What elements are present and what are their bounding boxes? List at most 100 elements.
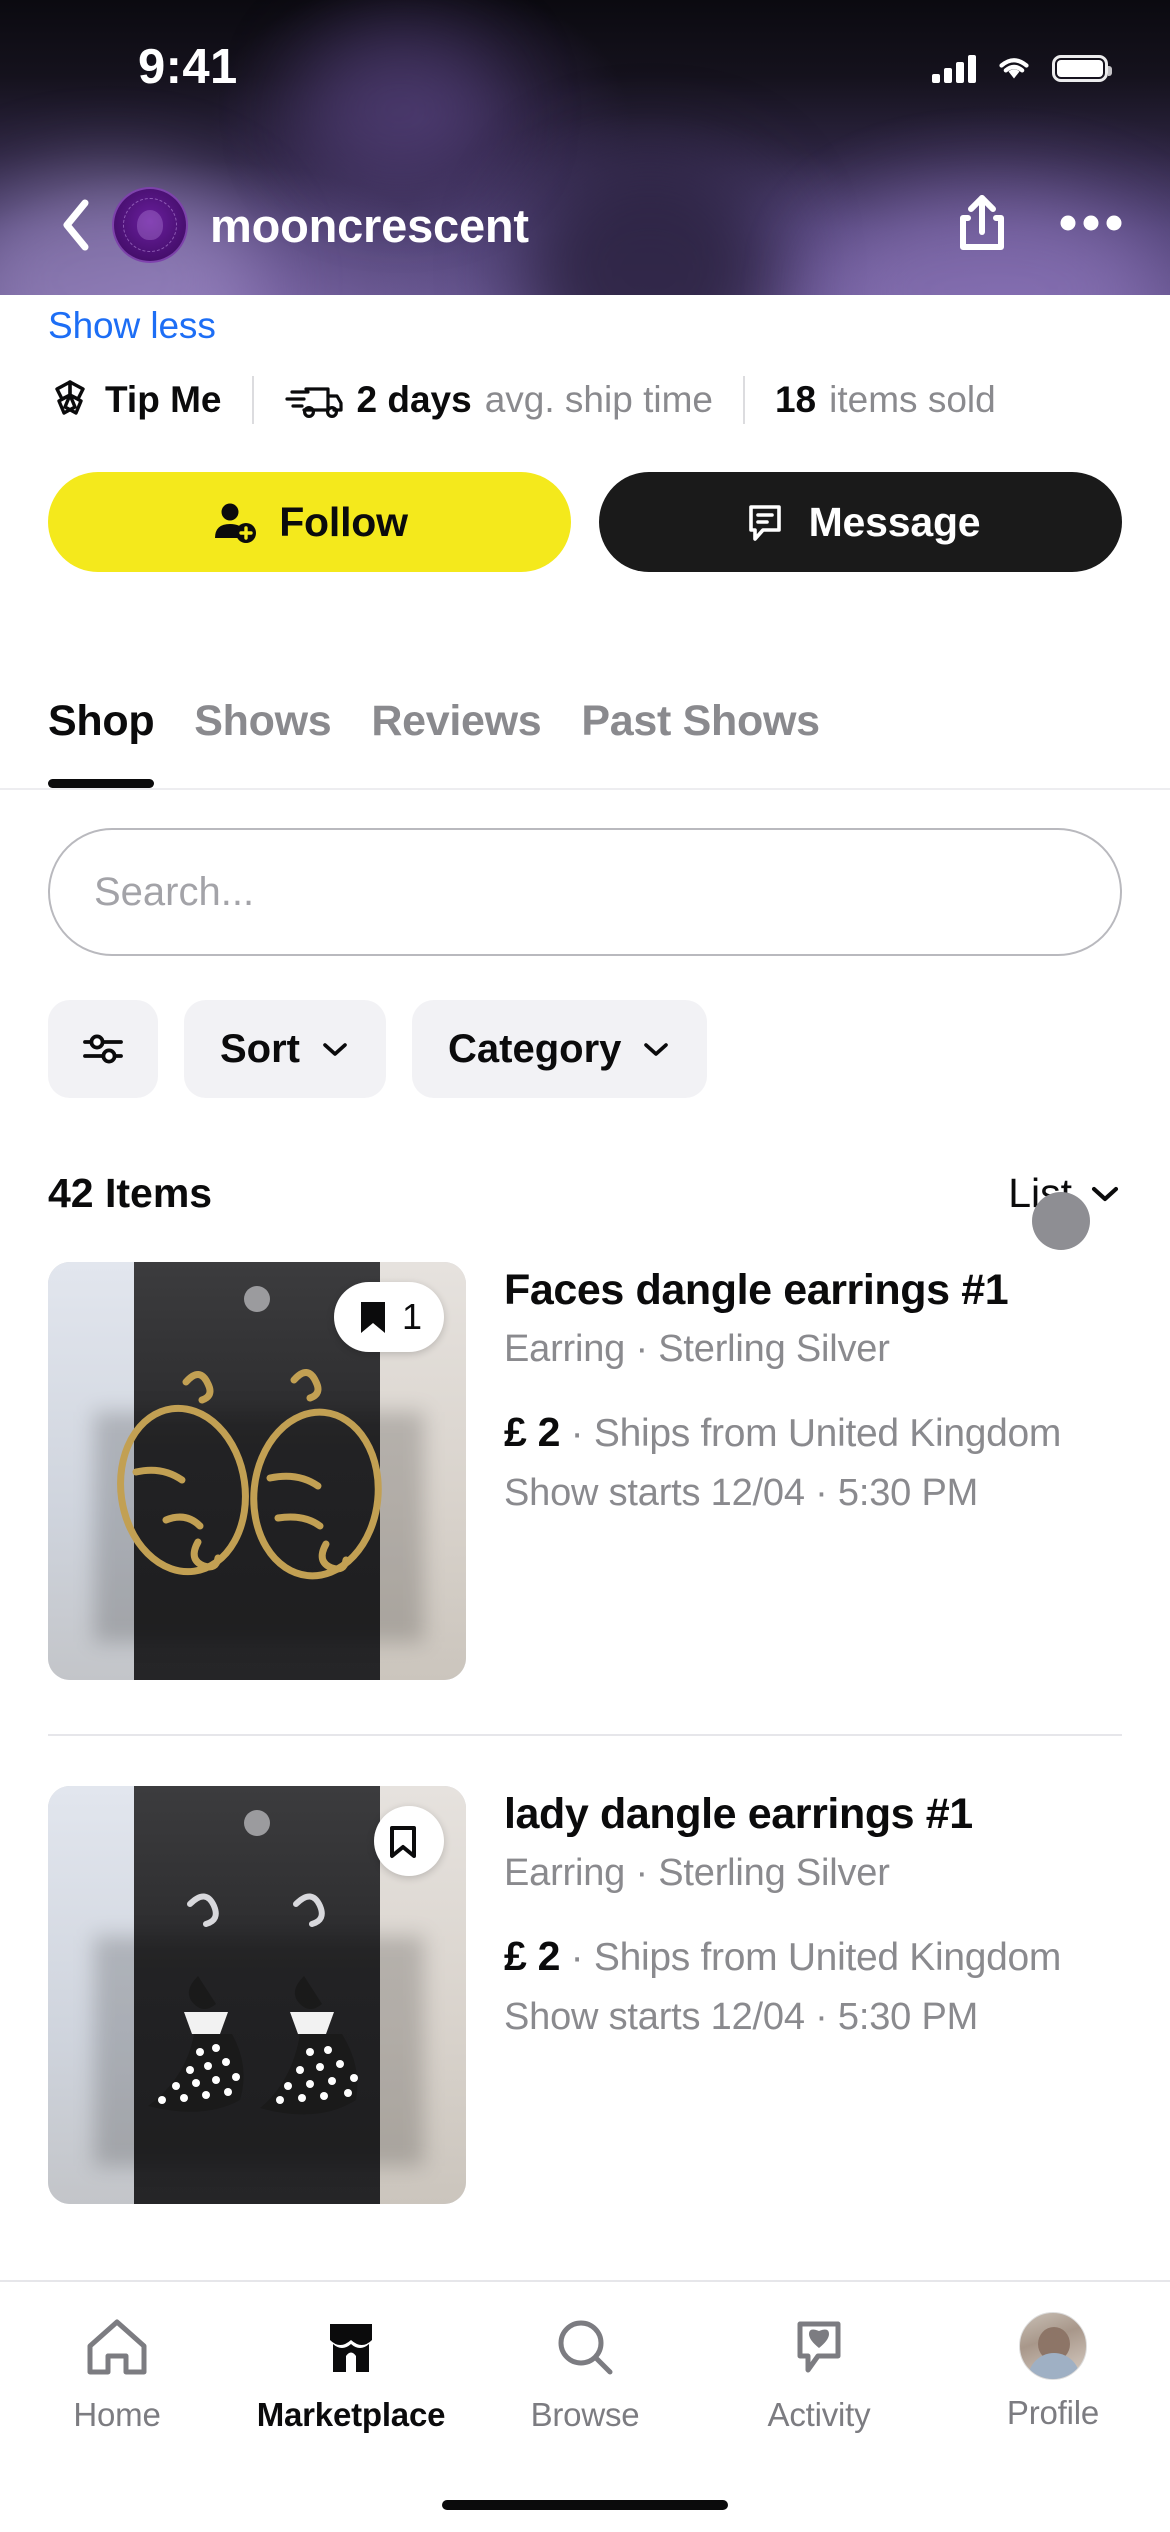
shop-action-buttons: Follow Message	[48, 472, 1122, 572]
person-add-icon	[215, 503, 257, 543]
message-label: Message	[808, 498, 981, 545]
list-item[interactable]: lady dangle earrings #1 Earring · Sterli…	[0, 1786, 1170, 2204]
nav-item-activity[interactable]: Activity	[702, 2312, 936, 2434]
product-shipping: Ships from United Kingdom	[593, 1936, 1062, 1980]
price-separator: ·	[570, 1412, 584, 1456]
tab-past-shows[interactable]: Past Shows	[581, 697, 820, 752]
marketplace-storefront-icon	[330, 2324, 372, 2372]
bookmark-outline-icon	[390, 1826, 416, 1858]
product-price: £ 2	[504, 1933, 561, 1980]
share-button[interactable]	[954, 192, 1010, 259]
tab-shop[interactable]: Shop	[48, 697, 155, 788]
product-price-row: £ 2 · Ships from United Kingdom	[504, 1933, 1122, 1980]
product-price-row: £ 2 · Ships from United Kingdom	[504, 1409, 1122, 1456]
chevron-down-icon	[1091, 1186, 1119, 1202]
signal-bars-icon	[932, 53, 976, 83]
shipping-truck-icon	[284, 387, 343, 419]
shop-tabs: Shop Shows Reviews Past Shows	[0, 660, 1170, 790]
sort-dropdown[interactable]: Sort	[184, 1000, 386, 1098]
ship-time-value: 2 days	[356, 379, 472, 420]
product-title: lady dangle earrings #1	[504, 1790, 973, 1838]
product-image[interactable]: 1	[48, 1262, 466, 1680]
tab-shows[interactable]: Shows	[194, 697, 331, 752]
home-indicator	[442, 2500, 728, 2510]
app-screen: 9:41 mooncrescent Show less Tip Me 2 day…	[0, 0, 1170, 2532]
nav-label-activity: Activity	[767, 2396, 871, 2433]
message-bubble-icon	[748, 505, 781, 541]
top-navigation-bar: mooncrescent	[0, 150, 1170, 300]
share-icon	[960, 194, 1004, 250]
message-button[interactable]: Message	[599, 472, 1122, 572]
item-count: 42 Items	[48, 1169, 213, 1216]
category-dropdown[interactable]: Category	[412, 1000, 708, 1098]
filter-button[interactable]	[48, 1000, 158, 1098]
ship-time-label: avg. ship time	[484, 379, 713, 420]
nav-label-profile: Profile	[1006, 2394, 1100, 2431]
bookmark-filled-icon	[360, 1302, 385, 1333]
nav-label-marketplace: Marketplace	[256, 2396, 446, 2433]
follow-button[interactable]: Follow	[48, 472, 571, 572]
chevron-down-icon	[644, 1043, 669, 1056]
bookmark-count: 1	[401, 1296, 422, 1337]
product-subtitle: Earring · Sterling Silver	[504, 1852, 890, 1895]
profile-avatar-icon	[1019, 2312, 1087, 2380]
heart-bubble-icon	[797, 2321, 841, 2373]
home-icon	[87, 2319, 147, 2375]
product-info: Faces dangle earrings #1 Earring · Sterl…	[504, 1262, 1122, 1680]
search-magnifier-icon	[558, 2320, 613, 2375]
nav-item-profile[interactable]: Profile	[936, 2312, 1170, 2432]
more-options-button[interactable]	[1060, 213, 1122, 238]
nav-item-marketplace[interactable]: Marketplace	[234, 2312, 468, 2434]
nav-label-browse: Browse	[530, 2396, 640, 2433]
product-shipping: Ships from United Kingdom	[593, 1412, 1062, 1456]
tip-me-button[interactable]: Tip Me	[48, 377, 222, 423]
tip-me-label: Tip Me	[105, 379, 222, 420]
product-price: £ 2	[504, 1409, 561, 1456]
wifi-icon	[999, 58, 1029, 79]
divider	[742, 376, 745, 424]
nav-item-browse[interactable]: Browse	[468, 2312, 702, 2434]
follow-label: Follow	[279, 498, 408, 545]
battery-icon	[1052, 54, 1112, 82]
category-label: Category	[448, 1026, 622, 1071]
bookmark-button[interactable]: 1	[333, 1282, 444, 1352]
ship-time-stat: 2 days avg. ship time	[284, 379, 713, 421]
search-input[interactable]: Search...	[48, 828, 1122, 956]
nav-label-home: Home	[73, 2396, 161, 2433]
chevron-left-icon	[63, 199, 89, 251]
nav-item-home[interactable]: Home	[0, 2312, 234, 2434]
search-bar[interactable]: Search...	[48, 828, 1122, 956]
product-info: lady dangle earrings #1 Earring · Sterli…	[504, 1786, 1122, 2204]
sliders-filter-icon	[83, 1034, 123, 1064]
tab-reviews[interactable]: Reviews	[371, 697, 541, 752]
tip-me-icon	[55, 380, 85, 415]
more-horizontal-icon	[1060, 215, 1122, 230]
list-divider	[48, 1734, 1122, 1736]
product-show-time: Show starts 12/04 · 5:30 PM	[504, 1472, 979, 1515]
results-header: 42 Items List	[48, 1158, 1122, 1228]
items-sold-label: items sold	[829, 379, 996, 420]
bookmark-button[interactable]	[374, 1806, 444, 1876]
product-title: Faces dangle earrings #1	[504, 1266, 1009, 1314]
divider	[251, 376, 254, 424]
touch-indicator	[1032, 1192, 1090, 1250]
shop-title: mooncrescent	[210, 198, 529, 252]
show-less-link[interactable]: Show less	[48, 305, 216, 347]
status-bar-time: 9:41	[138, 40, 238, 94]
status-bar: 9:41	[0, 0, 1170, 120]
product-show-time: Show starts 12/04 · 5:30 PM	[504, 1996, 979, 2039]
shop-stats-row: Tip Me 2 days avg. ship time 18 items so…	[48, 370, 1122, 430]
sort-label: Sort	[220, 1026, 300, 1071]
product-image[interactable]	[48, 1786, 466, 2204]
filter-chip-row: Sort Category	[48, 1000, 708, 1098]
product-subtitle: Earring · Sterling Silver	[504, 1328, 890, 1371]
chevron-down-icon	[323, 1043, 347, 1056]
price-separator: ·	[570, 1936, 584, 1980]
items-sold-stat: 18 items sold	[775, 379, 996, 421]
product-list: 1 Faces dangle earrings #1 Earring · Ste…	[0, 1262, 1170, 2204]
list-item[interactable]: 1 Faces dangle earrings #1 Earring · Ste…	[0, 1262, 1170, 1680]
back-button[interactable]	[48, 197, 104, 253]
bottom-navigation-bar: Home Marketplace Browse Activity Profile	[0, 2280, 1170, 2532]
items-sold-value: 18	[774, 379, 817, 420]
seller-avatar[interactable]	[112, 187, 188, 263]
